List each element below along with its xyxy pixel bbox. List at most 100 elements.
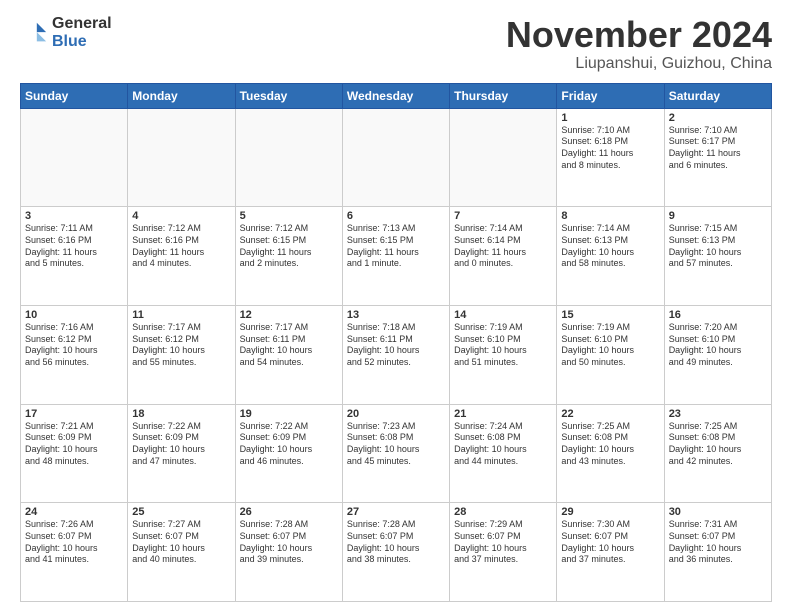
day-info: Sunrise: 7:22 AM Sunset: 6:09 PM Dayligh… xyxy=(240,421,313,466)
location: Liupanshui, Guizhou, China xyxy=(506,55,772,73)
day-info: Sunrise: 7:24 AM Sunset: 6:08 PM Dayligh… xyxy=(454,421,527,466)
calendar-cell: 10Sunrise: 7:16 AM Sunset: 6:12 PM Dayli… xyxy=(21,305,128,404)
day-info: Sunrise: 7:21 AM Sunset: 6:09 PM Dayligh… xyxy=(25,421,98,466)
day-number: 4 xyxy=(132,210,230,222)
day-info: Sunrise: 7:14 AM Sunset: 6:14 PM Dayligh… xyxy=(454,223,526,268)
calendar-cell: 4Sunrise: 7:12 AM Sunset: 6:16 PM Daylig… xyxy=(128,207,235,306)
day-number: 15 xyxy=(561,309,659,321)
day-number: 9 xyxy=(669,210,767,222)
day-number: 11 xyxy=(132,309,230,321)
calendar-cell: 21Sunrise: 7:24 AM Sunset: 6:08 PM Dayli… xyxy=(450,404,557,503)
calendar-cell: 22Sunrise: 7:25 AM Sunset: 6:08 PM Dayli… xyxy=(557,404,664,503)
calendar-cell: 24Sunrise: 7:26 AM Sunset: 6:07 PM Dayli… xyxy=(21,503,128,602)
calendar-cell: 28Sunrise: 7:29 AM Sunset: 6:07 PM Dayli… xyxy=(450,503,557,602)
day-number: 23 xyxy=(669,408,767,420)
day-number: 19 xyxy=(240,408,338,420)
calendar-cell: 12Sunrise: 7:17 AM Sunset: 6:11 PM Dayli… xyxy=(235,305,342,404)
day-info: Sunrise: 7:19 AM Sunset: 6:10 PM Dayligh… xyxy=(561,322,634,367)
calendar-cell: 8Sunrise: 7:14 AM Sunset: 6:13 PM Daylig… xyxy=(557,207,664,306)
day-number: 2 xyxy=(669,112,767,124)
day-info: Sunrise: 7:22 AM Sunset: 6:09 PM Dayligh… xyxy=(132,421,205,466)
calendar-cell xyxy=(342,108,449,207)
day-number: 7 xyxy=(454,210,552,222)
day-number: 28 xyxy=(454,506,552,518)
calendar-cell: 5Sunrise: 7:12 AM Sunset: 6:15 PM Daylig… xyxy=(235,207,342,306)
calendar-cell: 30Sunrise: 7:31 AM Sunset: 6:07 PM Dayli… xyxy=(664,503,771,602)
day-number: 29 xyxy=(561,506,659,518)
calendar-cell: 27Sunrise: 7:28 AM Sunset: 6:07 PM Dayli… xyxy=(342,503,449,602)
day-info: Sunrise: 7:28 AM Sunset: 6:07 PM Dayligh… xyxy=(347,519,420,564)
title-block: November 2024 Liupanshui, Guizhou, China xyxy=(506,15,772,73)
day-number: 20 xyxy=(347,408,445,420)
day-info: Sunrise: 7:28 AM Sunset: 6:07 PM Dayligh… xyxy=(240,519,313,564)
day-number: 24 xyxy=(25,506,123,518)
calendar-cell xyxy=(450,108,557,207)
weekday-header-sunday: Sunday xyxy=(21,83,128,108)
logo-icon xyxy=(20,19,48,47)
weekday-header-monday: Monday xyxy=(128,83,235,108)
day-info: Sunrise: 7:23 AM Sunset: 6:08 PM Dayligh… xyxy=(347,421,420,466)
day-info: Sunrise: 7:25 AM Sunset: 6:08 PM Dayligh… xyxy=(561,421,634,466)
day-number: 22 xyxy=(561,408,659,420)
day-number: 18 xyxy=(132,408,230,420)
calendar-cell: 15Sunrise: 7:19 AM Sunset: 6:10 PM Dayli… xyxy=(557,305,664,404)
calendar-cell: 9Sunrise: 7:15 AM Sunset: 6:13 PM Daylig… xyxy=(664,207,771,306)
calendar-cell xyxy=(235,108,342,207)
calendar-cell xyxy=(21,108,128,207)
day-number: 27 xyxy=(347,506,445,518)
day-number: 6 xyxy=(347,210,445,222)
calendar-cell: 29Sunrise: 7:30 AM Sunset: 6:07 PM Dayli… xyxy=(557,503,664,602)
weekday-header-tuesday: Tuesday xyxy=(235,83,342,108)
calendar-cell: 19Sunrise: 7:22 AM Sunset: 6:09 PM Dayli… xyxy=(235,404,342,503)
day-number: 14 xyxy=(454,309,552,321)
day-info: Sunrise: 7:14 AM Sunset: 6:13 PM Dayligh… xyxy=(561,223,634,268)
calendar-cell: 16Sunrise: 7:20 AM Sunset: 6:10 PM Dayli… xyxy=(664,305,771,404)
day-number: 25 xyxy=(132,506,230,518)
calendar-cell: 18Sunrise: 7:22 AM Sunset: 6:09 PM Dayli… xyxy=(128,404,235,503)
day-number: 17 xyxy=(25,408,123,420)
day-number: 30 xyxy=(669,506,767,518)
calendar-cell: 13Sunrise: 7:18 AM Sunset: 6:11 PM Dayli… xyxy=(342,305,449,404)
day-info: Sunrise: 7:25 AM Sunset: 6:08 PM Dayligh… xyxy=(669,421,742,466)
logo-general: General xyxy=(52,15,112,33)
day-number: 21 xyxy=(454,408,552,420)
calendar-cell: 26Sunrise: 7:28 AM Sunset: 6:07 PM Dayli… xyxy=(235,503,342,602)
weekday-header-thursday: Thursday xyxy=(450,83,557,108)
weekday-header-wednesday: Wednesday xyxy=(342,83,449,108)
day-info: Sunrise: 7:15 AM Sunset: 6:13 PM Dayligh… xyxy=(669,223,742,268)
month-title: November 2024 xyxy=(506,15,772,55)
day-info: Sunrise: 7:30 AM Sunset: 6:07 PM Dayligh… xyxy=(561,519,634,564)
calendar-cell: 17Sunrise: 7:21 AM Sunset: 6:09 PM Dayli… xyxy=(21,404,128,503)
logo: General Blue xyxy=(20,15,112,50)
calendar-cell xyxy=(128,108,235,207)
calendar-cell: 7Sunrise: 7:14 AM Sunset: 6:14 PM Daylig… xyxy=(450,207,557,306)
logo-blue: Blue xyxy=(52,33,112,51)
calendar-cell: 3Sunrise: 7:11 AM Sunset: 6:16 PM Daylig… xyxy=(21,207,128,306)
day-info: Sunrise: 7:11 AM Sunset: 6:16 PM Dayligh… xyxy=(25,223,97,268)
calendar-cell: 20Sunrise: 7:23 AM Sunset: 6:08 PM Dayli… xyxy=(342,404,449,503)
calendar-cell: 1Sunrise: 7:10 AM Sunset: 6:18 PM Daylig… xyxy=(557,108,664,207)
day-info: Sunrise: 7:26 AM Sunset: 6:07 PM Dayligh… xyxy=(25,519,98,564)
calendar-cell: 11Sunrise: 7:17 AM Sunset: 6:12 PM Dayli… xyxy=(128,305,235,404)
calendar-cell: 23Sunrise: 7:25 AM Sunset: 6:08 PM Dayli… xyxy=(664,404,771,503)
day-info: Sunrise: 7:12 AM Sunset: 6:16 PM Dayligh… xyxy=(132,223,204,268)
weekday-header-saturday: Saturday xyxy=(664,83,771,108)
day-info: Sunrise: 7:10 AM Sunset: 6:18 PM Dayligh… xyxy=(561,125,633,170)
day-number: 12 xyxy=(240,309,338,321)
page: General Blue November 2024 Liupanshui, G… xyxy=(0,0,792,612)
day-info: Sunrise: 7:29 AM Sunset: 6:07 PM Dayligh… xyxy=(454,519,527,564)
logo-text: General Blue xyxy=(52,15,112,50)
day-number: 5 xyxy=(240,210,338,222)
day-number: 10 xyxy=(25,309,123,321)
day-info: Sunrise: 7:17 AM Sunset: 6:12 PM Dayligh… xyxy=(132,322,205,367)
day-number: 13 xyxy=(347,309,445,321)
calendar-cell: 2Sunrise: 7:10 AM Sunset: 6:17 PM Daylig… xyxy=(664,108,771,207)
day-number: 16 xyxy=(669,309,767,321)
day-number: 26 xyxy=(240,506,338,518)
day-info: Sunrise: 7:16 AM Sunset: 6:12 PM Dayligh… xyxy=(25,322,98,367)
day-number: 3 xyxy=(25,210,123,222)
day-number: 8 xyxy=(561,210,659,222)
day-info: Sunrise: 7:13 AM Sunset: 6:15 PM Dayligh… xyxy=(347,223,419,268)
day-info: Sunrise: 7:31 AM Sunset: 6:07 PM Dayligh… xyxy=(669,519,742,564)
day-info: Sunrise: 7:20 AM Sunset: 6:10 PM Dayligh… xyxy=(669,322,742,367)
